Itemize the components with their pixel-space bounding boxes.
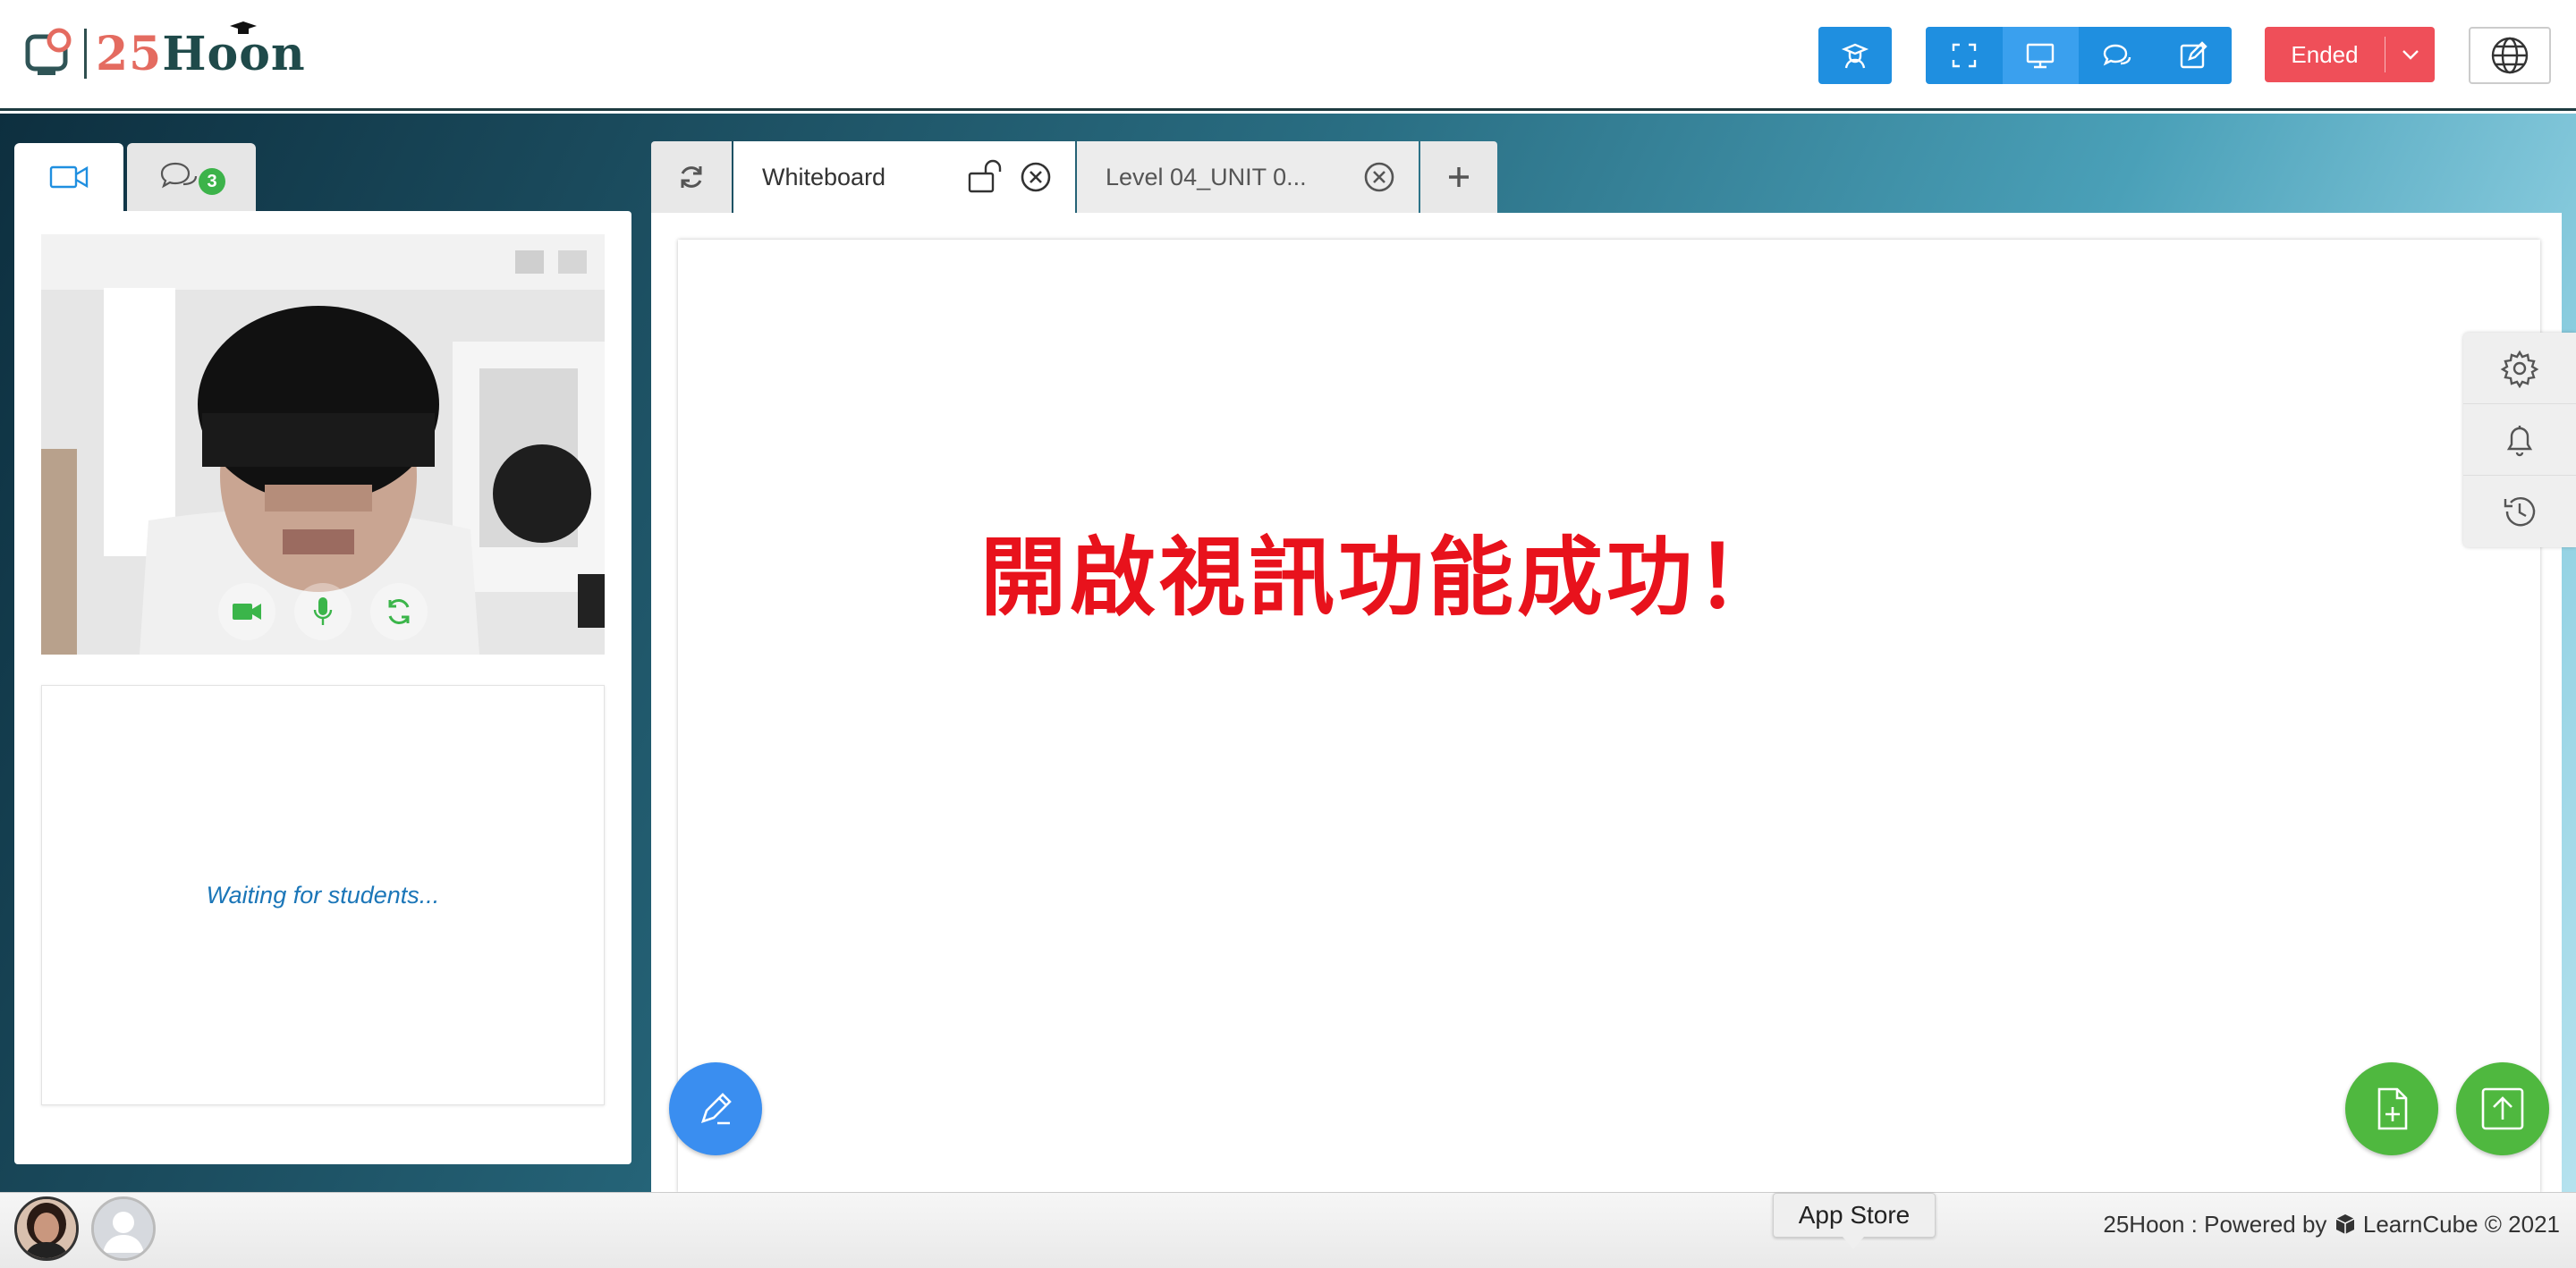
user-placeholder-icon	[94, 1199, 153, 1258]
chat-bubbles-icon	[2103, 44, 2131, 66]
close-tab-whiteboard-button[interactable]	[1020, 161, 1052, 193]
teacher-avatar-image	[17, 1199, 76, 1258]
fullscreen-button[interactable]	[1926, 27, 2003, 84]
session-dropdown-toggle[interactable]	[2385, 48, 2435, 61]
switch-camera-button[interactable]	[370, 583, 428, 640]
logo-word-text: Hoon	[162, 26, 306, 81]
close-circle-icon	[1364, 162, 1394, 192]
upload-button[interactable]	[2456, 1062, 2549, 1155]
edit-button[interactable]	[2156, 27, 2233, 84]
app-store-tooltip-arrow	[1843, 1237, 1864, 1249]
logo-word: Hoon	[162, 21, 306, 81]
toggle-microphone-button[interactable]	[294, 583, 352, 640]
graduation-cap-icon	[230, 21, 258, 34]
top-bar: 25 Hoon Ended	[0, 0, 2576, 111]
globe-icon	[2491, 37, 2529, 74]
tab-level-04[interactable]: Level 04_UNIT 0...	[1077, 141, 1419, 213]
teacher-button[interactable]	[1818, 27, 1892, 84]
video-camera-icon	[49, 165, 89, 189]
tab-whiteboard-label: Whiteboard	[762, 163, 886, 190]
history-button[interactable]	[2463, 476, 2576, 547]
logo-separator	[84, 29, 87, 79]
screen-share-button[interactable]	[2002, 27, 2079, 84]
left-panel-tabs: 3	[14, 143, 256, 211]
teacher-video[interactable]	[41, 234, 605, 655]
logo-mark-icon	[25, 28, 77, 80]
bell-icon	[2506, 425, 2533, 456]
add-file-button[interactable]	[2345, 1062, 2438, 1155]
whiteboard-text: 開啟視訊功能成功！	[980, 528, 1785, 628]
students-area: Waiting for students...	[41, 685, 605, 1105]
cube-icon	[2335, 1214, 2354, 1234]
unlock-icon	[968, 159, 1002, 193]
logo-text: 25 Hoon	[96, 21, 306, 81]
refresh-tab-button[interactable]	[651, 141, 732, 213]
camera-icon	[233, 604, 261, 620]
upload-icon	[2481, 1087, 2524, 1130]
pen-icon	[700, 1093, 732, 1125]
whiteboard-canvas[interactable]: 開啟視訊功能成功！	[678, 240, 2540, 1193]
side-toolbar	[2463, 333, 2576, 547]
left-panel: Waiting for students...	[14, 211, 631, 1164]
refresh-icon	[681, 166, 702, 188]
settings-icon	[2500, 350, 2539, 388]
close-tab-level-button[interactable]	[1363, 161, 1395, 193]
view-mode-toolbar	[1926, 27, 2232, 84]
add-file-icon	[2377, 1087, 2408, 1130]
main-content: 開啟視訊功能成功！	[651, 213, 2562, 1193]
close-circle-icon	[1021, 162, 1051, 192]
tab-chat[interactable]: 3	[127, 143, 256, 211]
history-icon	[2504, 497, 2536, 527]
notifications-button[interactable]	[2463, 404, 2576, 476]
add-tab-button[interactable]	[1420, 141, 1497, 213]
chat-icon	[160, 162, 198, 189]
content-tabs: Whiteboard Level 04_UNIT 0...	[651, 141, 1497, 213]
copyright-prefix: 25Hoon : Powered by	[2103, 1211, 2327, 1238]
teacher-icon	[1841, 43, 1869, 69]
copyright-text: 25Hoon : Powered by LearnCube © 2021	[2103, 1211, 2560, 1238]
plus-icon	[1449, 167, 1469, 187]
switch-camera-icon	[388, 599, 410, 624]
chevron-down-icon	[2402, 50, 2419, 60]
student-avatar-placeholder[interactable]	[91, 1196, 156, 1261]
session-status-label: Ended	[2291, 40, 2359, 68]
copyright-brand: LearnCube © 2021	[2362, 1211, 2560, 1238]
settings-button[interactable]	[2463, 333, 2576, 404]
pen-tool-button[interactable]	[669, 1062, 762, 1155]
teacher-avatar[interactable]	[14, 1196, 79, 1261]
waiting-message: Waiting for students...	[206, 881, 440, 909]
tab-level-04-label: Level 04_UNIT 0...	[1106, 163, 1307, 190]
logo[interactable]: 25 Hoon	[25, 21, 306, 82]
tab-video[interactable]	[14, 143, 123, 211]
screen-share-icon	[2027, 43, 2055, 69]
unlock-tab-button[interactable]	[968, 159, 1009, 195]
app-store-button[interactable]: App Store	[1773, 1193, 1936, 1238]
language-button[interactable]	[2469, 27, 2551, 84]
tab-whiteboard[interactable]: Whiteboard	[733, 141, 1075, 213]
edit-icon	[2181, 41, 2207, 69]
logo-number: 25	[96, 26, 163, 81]
chat-unread-badge: 3	[199, 168, 225, 195]
session-status-button[interactable]: Ended	[2265, 27, 2435, 82]
chat-view-button[interactable]	[2079, 27, 2156, 84]
toggle-camera-button[interactable]	[218, 583, 275, 640]
fullscreen-icon	[1952, 43, 1976, 68]
microphone-icon	[313, 597, 333, 625]
